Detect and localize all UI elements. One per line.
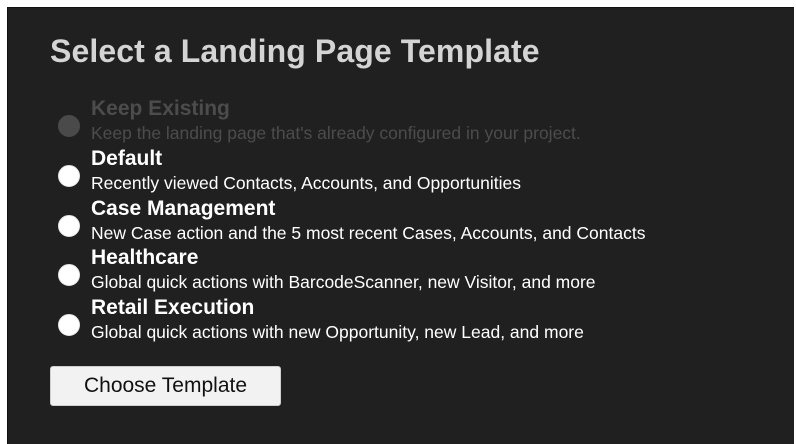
option-title: Healthcare	[91, 246, 199, 269]
option-default[interactable]: Default Recently viewed Contacts, Accoun…	[58, 146, 778, 194]
option-title: Default	[91, 147, 163, 170]
dialog-title: Select a Landing Page Template	[50, 33, 540, 69]
option-description: Keep the landing page that's already con…	[91, 123, 581, 143]
option-title: Keep Existing	[91, 97, 230, 120]
radio-default[interactable]	[58, 165, 80, 187]
radio-retail-execution[interactable]	[58, 314, 80, 336]
choose-template-button[interactable]: Choose Template	[50, 366, 281, 406]
option-description: New Case action and the 5 most recent Ca…	[91, 223, 646, 243]
radio-healthcare[interactable]	[58, 264, 80, 286]
radio-case-management[interactable]	[58, 215, 80, 237]
template-dialog: Select a Landing Page Template Keep Exis…	[7, 7, 794, 444]
option-healthcare[interactable]: Healthcare Global quick actions with Bar…	[58, 245, 778, 293]
option-title: Retail Execution	[91, 296, 255, 319]
option-retail-execution[interactable]: Retail Execution Global quick actions wi…	[58, 295, 778, 343]
radio-keep-existing	[58, 115, 80, 137]
option-description: Recently viewed Contacts, Accounts, and …	[91, 173, 521, 193]
option-case-management[interactable]: Case Management New Case action and the …	[58, 196, 778, 244]
option-title: Case Management	[91, 197, 276, 220]
option-keep-existing: Keep Existing Keep the landing page that…	[58, 96, 778, 144]
option-description: Global quick actions with new Opportunit…	[91, 322, 584, 342]
option-description: Global quick actions with BarcodeScanner…	[91, 272, 596, 292]
